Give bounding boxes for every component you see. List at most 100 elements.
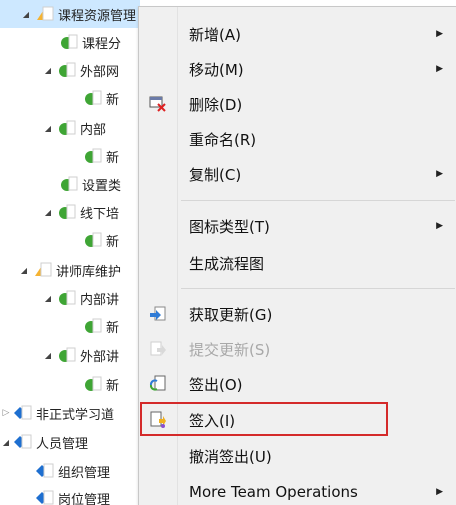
tree-item[interactable]: ◢ 外部讲 [0,341,140,369]
tree-item[interactable]: 课程分 [0,28,140,56]
tree-item[interactable]: 新 [0,226,140,254]
blue-node-icon [14,405,32,421]
green-node-icon [84,376,102,392]
expanded-arrow-icon[interactable]: ◢ [42,66,54,75]
folder-icon [36,6,54,22]
menu-item-label: 生成流程图 [189,254,265,273]
delete-icon [149,95,167,113]
green-node-icon [84,90,102,106]
tree-item-label: 线下培 [80,206,120,222]
expanded-arrow-icon[interactable]: ◢ [20,10,32,19]
tree-item[interactable]: 新 [0,84,140,112]
tree-item-personnel-management[interactable]: ◢ 人员管理 [0,428,140,456]
menu-item-add[interactable]: 新增(A) ▶ [139,17,455,51]
collapsed-arrow-icon[interactable]: ▷ [0,408,12,418]
menu-item-label: 撤消签出(U) [189,447,272,466]
green-node-icon [84,232,102,248]
tree-item-label: 讲师库维护 [56,264,122,280]
expanded-arrow-icon[interactable]: ◢ [18,266,30,275]
submenu-arrow-icon: ▶ [436,29,443,39]
tree-item[interactable]: ◢ 外部网 [0,56,140,84]
menu-item-generate-flowchart[interactable]: 生成流程图 [139,246,455,280]
tree-item-course-resource-management[interactable]: ◢ 课程资源管理 [0,0,140,28]
green-node-icon [60,34,78,50]
tree-item[interactable]: ◢ 线下培 [0,198,140,226]
submenu-arrow-icon: ▶ [436,221,443,231]
tree-item-label: 新 [106,150,120,166]
menu-item-get-update[interactable]: 获取更新(G) [139,297,455,331]
tree-item-label: 外部讲 [80,349,120,365]
tree-item-organization-management[interactable]: 组织管理 [0,457,140,485]
menu-item-rename[interactable]: 重命名(R) [139,122,455,156]
tree-item[interactable]: 新 [0,312,140,340]
menu-item-label: 新增(A) [189,25,241,44]
menu-item-label: 删除(D) [189,95,243,114]
tree-item-label: 组织管理 [58,465,111,481]
expanded-arrow-icon[interactable]: ◢ [0,438,12,447]
submenu-arrow-icon: ▶ [436,487,443,497]
context-menu: 新增(A) ▶ 移动(M) ▶ 删除(D) 重命名(R) 复制(C) ▶ 图标类… [138,6,456,505]
tree-item-label: 新 [106,92,120,108]
expanded-arrow-icon[interactable]: ◢ [42,351,54,360]
commit-update-icon [149,340,167,358]
menu-item-label: 获取更新(G) [189,305,273,324]
blue-node-icon [14,434,32,450]
menu-item-label: 移动(M) [189,60,244,79]
menu-item-label: 重命名(R) [189,130,257,149]
tree-item-label: 新 [106,320,120,336]
menu-separator [181,288,455,289]
tree-item-informal-learning[interactable]: ▷ 非正式学习道 [0,399,140,427]
tree-item[interactable]: 设置类 [0,170,140,198]
tree-item[interactable]: 新 [0,370,140,398]
menu-item-check-out[interactable]: 签出(O) [139,367,455,401]
tree-item-position-management[interactable]: 岗位管理 [0,484,140,505]
green-node-icon [58,62,76,78]
menu-item-delete[interactable]: 删除(D) [139,87,455,121]
expanded-arrow-icon[interactable]: ◢ [42,208,54,217]
menu-item-commit-update[interactable]: 提交更新(S) [139,332,455,366]
green-node-icon [84,318,102,334]
get-update-icon [149,305,167,323]
tree-item[interactable]: ◢ 内部讲 [0,284,140,312]
check-in-icon [149,411,167,429]
green-node-icon [58,290,76,306]
menu-item-more-team-operations[interactable]: More Team Operations ▶ [139,475,455,505]
menu-item-undo-check-out[interactable]: 撤消签出(U) [139,439,455,473]
tree-item-lecturer-library[interactable]: ◢ 讲师库维护 [0,256,140,284]
menu-item-label: 图标类型(T) [189,217,270,236]
tree-item-label: 岗位管理 [58,492,111,505]
green-node-icon [58,204,76,220]
menu-separator [181,200,455,201]
menu-item-label: 复制(C) [189,165,242,184]
tree-item-label: 课程分 [82,36,122,52]
tree-item-label: 内部 [80,122,107,138]
tree-item[interactable]: ◢ 内部 [0,114,140,142]
tree-item-label: 新 [106,378,120,394]
expanded-arrow-icon[interactable]: ◢ [42,124,54,133]
menu-item-label: More Team Operations [189,483,358,501]
resource-tree: ◢ 课程资源管理 课程分 ◢ 外部网 新 ◢ 内部 新 设置类 ◢ 线下培 新 … [0,0,140,505]
tree-item-label: 新 [106,234,120,250]
green-node-icon [58,120,76,136]
green-node-icon [58,347,76,363]
menu-item-check-in[interactable]: 签入(I) [139,403,455,437]
tree-item[interactable]: 新 [0,142,140,170]
menu-item-icon-type[interactable]: 图标类型(T) ▶ [139,209,455,243]
check-out-icon [149,375,167,393]
menu-item-label: 提交更新(S) [189,340,271,359]
expanded-arrow-icon[interactable]: ◢ [42,294,54,303]
menu-item-label: 签出(O) [189,375,243,394]
blue-node-icon [36,463,54,479]
green-node-icon [84,148,102,164]
green-node-icon [60,176,78,192]
folder-icon [34,262,52,278]
tree-item-label: 外部网 [80,64,120,80]
tree-item-label: 内部讲 [80,292,120,308]
menu-item-label: 签入(I) [189,411,236,430]
tree-item-label: 非正式学习道 [36,407,115,423]
submenu-arrow-icon: ▶ [436,169,443,179]
menu-item-copy[interactable]: 复制(C) ▶ [139,157,455,191]
blue-node-icon [36,490,54,505]
menu-item-move[interactable]: 移动(M) ▶ [139,52,455,86]
tree-item-label: 课程资源管理 [58,8,137,24]
